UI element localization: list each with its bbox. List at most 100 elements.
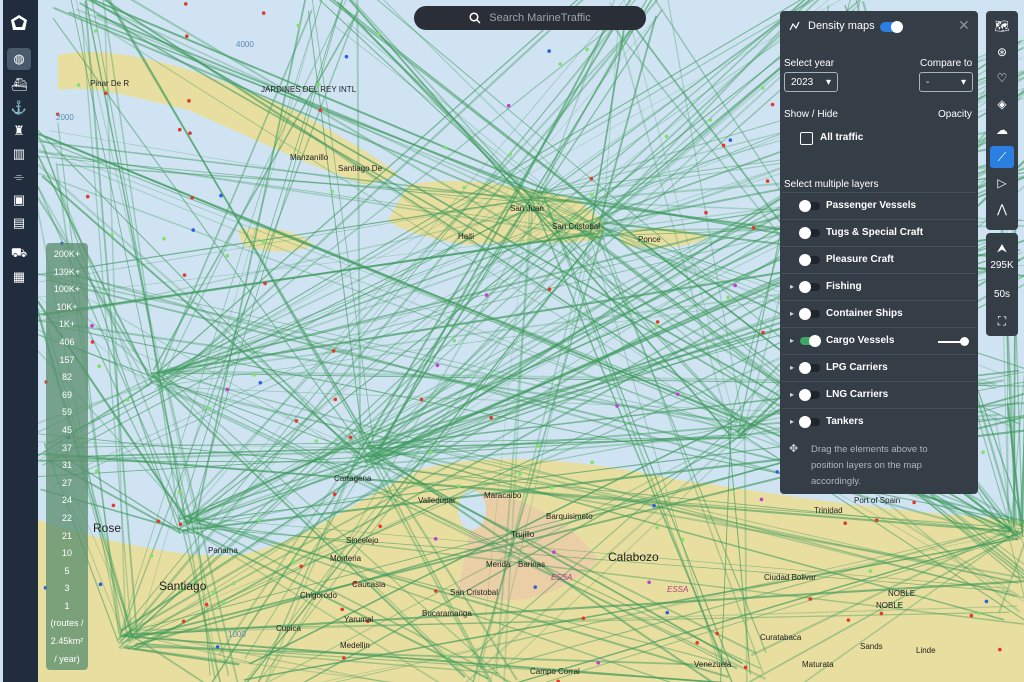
vessel-marker[interactable] [969,613,974,618]
layer-toggle[interactable] [799,362,820,374]
vessel-marker[interactable] [85,194,90,199]
north-arrow-icon[interactable]: ⮝ [990,237,1014,259]
vessel-marker[interactable] [536,444,540,448]
vessel-marker[interactable] [299,564,303,569]
vessel-marker[interactable] [314,439,319,443]
vessel-marker[interactable] [647,580,651,585]
vessel-marker[interactable] [675,392,680,396]
vessel-marker[interactable] [348,435,353,440]
chevron-right-icon[interactable]: ▸ [790,417,794,426]
news-icon[interactable]: ▤ [7,212,31,234]
chevron-right-icon[interactable]: ▸ [790,309,794,318]
vessel-marker[interactable] [998,647,1002,652]
vessel-marker[interactable] [332,492,337,497]
vessel-marker[interactable] [868,569,873,573]
vessel-marker[interactable] [342,656,346,660]
route-icon[interactable]: ⋀ [990,198,1014,220]
vessel-marker[interactable] [462,185,467,190]
vessel-marker[interactable] [843,521,848,525]
vessel-marker[interactable] [445,654,449,658]
vessel-marker[interactable] [187,99,191,103]
layer-toggle[interactable] [799,200,820,212]
lighthouse-icon[interactable]: ♜ [7,120,31,142]
vessel-marker[interactable] [721,143,726,148]
layer-toggle[interactable] [799,227,820,239]
vessel-marker[interactable] [185,34,189,39]
antenna-icon[interactable]: ⌯ [7,166,31,188]
chevron-right-icon[interactable]: ▸ [790,282,794,291]
filter-icon[interactable]: ⊛ [990,41,1014,63]
vessel-marker[interactable] [733,283,737,288]
anchor-icon[interactable]: ⚓ [7,97,31,119]
vessel-marker[interactable] [434,589,438,593]
weather-icon[interactable]: ☁ [990,119,1014,141]
vessel-marker[interactable] [204,602,209,607]
vessel-marker[interactable] [231,581,236,586]
chevron-right-icon[interactable]: ▸ [790,363,794,372]
vessel-marker[interactable] [715,631,719,636]
vessel-marker[interactable] [252,373,256,377]
layer-row[interactable]: Passenger Vessels [782,192,976,220]
layer-row[interactable]: ▸ Cargo Vessels [782,327,976,355]
vessel-marker[interactable] [318,108,323,112]
vessel-marker[interactable] [225,387,230,392]
vessel-marker[interactable] [344,54,349,59]
year-select[interactable]: 2023 ▾ [784,72,838,92]
vessel-marker[interactable] [761,330,765,335]
compare-select[interactable]: - ▾ [919,72,973,92]
vessel-marker[interactable] [435,363,440,368]
vessel-marker[interactable] [294,419,299,423]
vessel-marker[interactable] [558,62,563,66]
vessel-marker[interactable] [149,554,154,558]
globe-icon[interactable]: ◍ [7,48,31,70]
vessel-marker[interactable] [378,524,382,528]
vessel-marker[interactable] [770,102,775,107]
vessel-marker[interactable] [775,470,779,474]
vessel-marker[interactable] [261,11,266,15]
density-icon[interactable]: ⟋ [990,146,1014,168]
vessel-marker[interactable] [708,118,713,122]
vessel-marker[interactable] [263,281,267,286]
vessel-marker[interactable] [177,490,182,494]
vessel-marker[interactable] [331,349,336,353]
vessel-marker[interactable] [190,195,194,200]
fullscreen-icon[interactable]: ⛶ [990,310,1014,332]
opacity-slider[interactable] [938,337,969,346]
vessel-marker[interactable] [549,485,554,490]
vessel-marker[interactable] [589,176,594,181]
vessel-marker[interactable] [162,237,166,241]
vessel-marker[interactable] [664,134,669,139]
vessel-marker[interactable] [215,645,220,649]
vessel-marker[interactable] [377,32,381,36]
vessel-marker[interactable] [221,600,226,605]
vessel-marker[interactable] [296,23,301,28]
vessel-marker[interactable] [655,525,659,530]
layer-row[interactable]: Tugs & Special Craft [782,219,976,247]
vessel-marker[interactable] [90,324,94,328]
map-icon[interactable]: 🗺︎ [990,15,1014,37]
vessel-marker[interactable] [596,661,601,665]
vessel-marker[interactable] [177,127,182,132]
chevron-right-icon[interactable]: ▸ [790,336,794,345]
vessel-marker[interactable] [103,91,108,96]
vessel-marker[interactable] [97,364,102,368]
search-bar[interactable]: Search MarineTraffic [414,6,646,30]
vessel-marker[interactable] [743,665,748,670]
layer-toggle[interactable] [799,281,820,293]
layer-toggle[interactable] [800,335,821,347]
vessel-marker[interactable] [704,210,708,215]
vessel-marker[interactable] [879,611,884,616]
vessel-marker[interactable] [90,340,95,344]
vessel-marker[interactable] [156,519,161,524]
vessel-marker[interactable] [188,131,192,135]
vessel-marker[interactable] [680,537,685,542]
vessel-marker[interactable] [581,616,586,621]
vessel-marker[interactable] [984,599,989,604]
vessel-marker[interactable] [484,293,489,297]
vessel-marker[interactable] [552,550,556,554]
vessel-marker[interactable] [977,611,982,616]
vessel-marker[interactable] [590,193,594,197]
vessel-marker[interactable] [547,287,552,291]
vessel-marker[interactable] [183,2,188,6]
ship-ownership-icon[interactable]: ⛟ [7,243,31,265]
